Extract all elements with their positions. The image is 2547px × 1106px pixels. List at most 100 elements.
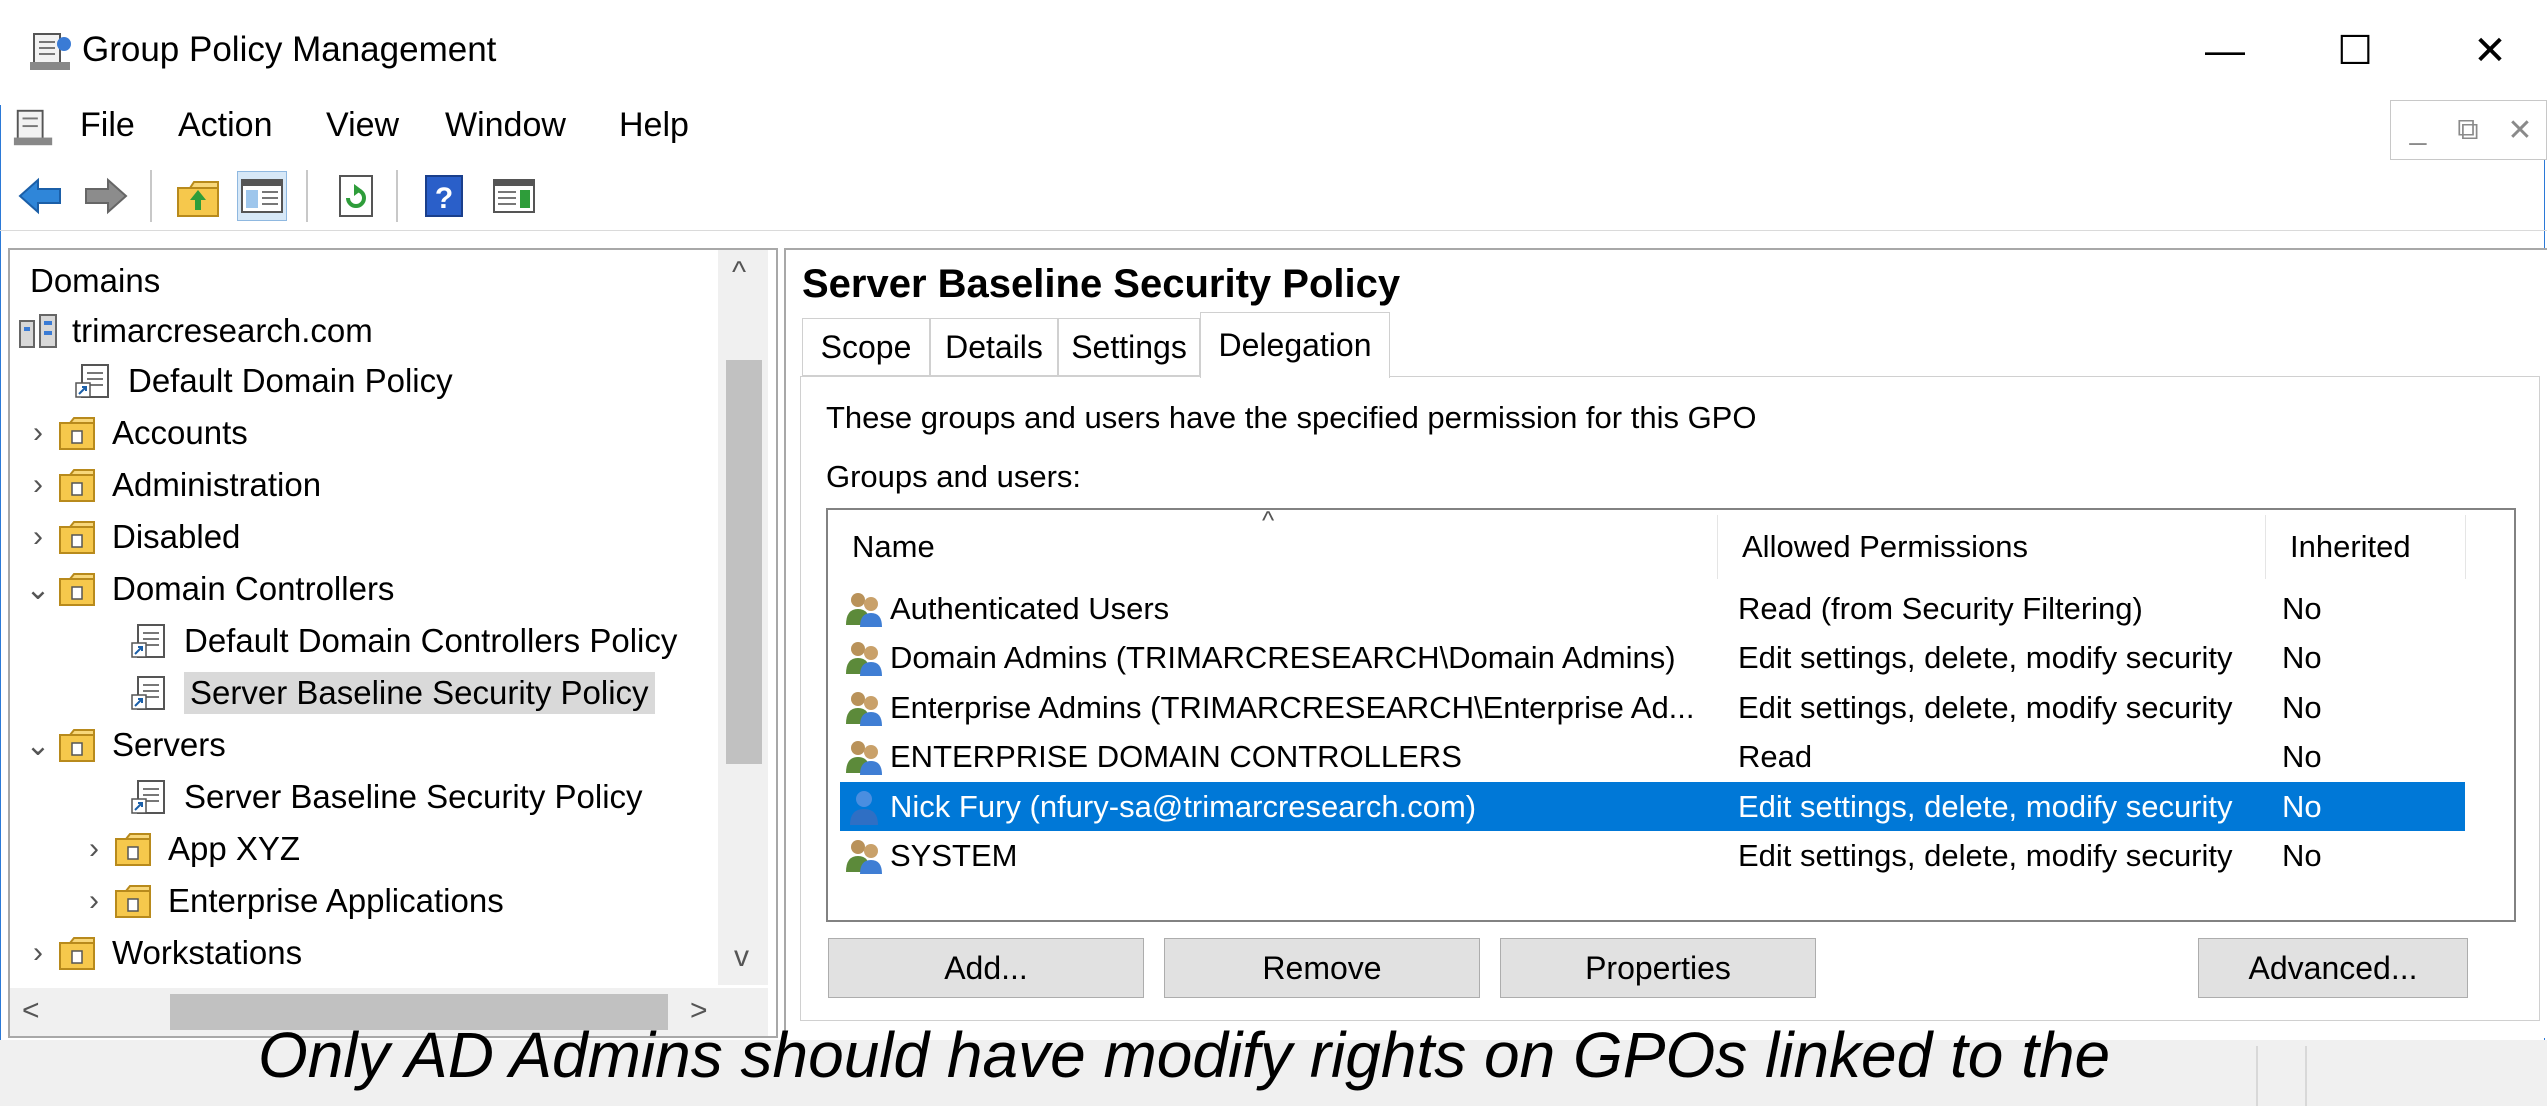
tab-details[interactable]: Details — [930, 318, 1058, 376]
show-hide-console-tree-icon[interactable] — [237, 171, 287, 221]
menu-file[interactable]: File — [80, 106, 135, 145]
allowed-permissions-cell: Read — [1738, 739, 1813, 774]
permission-name-cell: Nick Fury (nfury-sa@trimarcresearch.com) — [844, 782, 1476, 831]
refresh-icon[interactable] — [332, 172, 380, 220]
permission-name-cell: ENTERPRISE DOMAIN CONTROLLERS — [844, 733, 1462, 782]
chevron-down-icon[interactable]: ⌄ — [20, 728, 56, 763]
svg-text:?: ? — [435, 182, 453, 215]
menu-action[interactable]: Action — [178, 106, 273, 145]
permission-row[interactable]: Enterprise Admins (TRIMARCRESEARCH\Enter… — [840, 683, 2465, 732]
chevron-right-icon[interactable]: › — [20, 936, 56, 970]
tab-delegation[interactable]: Delegation — [1200, 312, 1390, 378]
permission-name-cell: Enterprise Admins (TRIMARCRESEARCH\Enter… — [844, 683, 1695, 732]
allowed-permissions-cell: Edit settings, delete, modify security — [1738, 838, 2233, 873]
maximize-button[interactable]: ☐ — [2295, 20, 2415, 82]
groups-and-users-label: Groups and users: — [826, 459, 1082, 494]
column-header-allowed-permissions[interactable]: Allowed Permissions — [1718, 515, 2266, 579]
tree-item[interactable]: › Accounts — [20, 408, 248, 458]
tree-item-domain[interactable]: trimarcresearch.com — [16, 306, 373, 356]
chevron-right-icon[interactable]: › — [20, 416, 56, 450]
gpo-link-icon — [75, 364, 109, 398]
tree-item-label: Workstations — [112, 934, 303, 971]
ou-folder-icon — [59, 469, 95, 502]
allowed-permissions-cell: Edit settings, delete, modify security — [1738, 788, 2233, 824]
tree-item-label: trimarcresearch.com — [72, 312, 373, 349]
properties-button[interactable]: Properties — [1500, 938, 1816, 998]
advanced-button[interactable]: Advanced... — [2198, 938, 2468, 998]
inherited-cell: No — [2282, 689, 2322, 725]
minimize-button[interactable]: — — [2165, 20, 2285, 82]
permission-row[interactable]: Authenticated Users Read (from Security F… — [840, 584, 2465, 633]
tree-item-domains[interactable]: Domains — [10, 256, 160, 306]
close-button[interactable]: ✕ — [2430, 20, 2547, 82]
tree-item[interactable]: › Enterprise Applications — [76, 876, 504, 926]
mdi-minimize-button[interactable]: _ — [2393, 101, 2443, 159]
tree-item-label: Accounts — [112, 414, 248, 451]
tree-item[interactable]: Default Domain Controllers Policy — [128, 616, 677, 666]
group-icon — [846, 642, 882, 676]
maximize-icon: ☐ — [2337, 29, 2373, 73]
allowed-permissions-cell: Edit settings, delete, modify security — [1738, 640, 2233, 675]
sort-ascending-icon: ^ — [1262, 505, 1275, 535]
up-folder-icon[interactable] — [174, 172, 222, 220]
permission-name: Nick Fury (nfury-sa@trimarcresearch.com) — [890, 788, 1477, 824]
ou-folder-icon — [59, 521, 95, 554]
group-icon — [846, 741, 882, 775]
show-hide-action-pane-icon[interactable] — [490, 172, 538, 220]
add-button[interactable]: Add... — [828, 938, 1144, 998]
tree-item[interactable]: Default Domain Policy — [72, 356, 453, 406]
ou-folder-icon — [59, 937, 95, 970]
tree-item-label: Domain Controllers — [112, 570, 395, 607]
tab-scope[interactable]: Scope — [802, 318, 930, 376]
toolbar-separator — [306, 170, 308, 222]
permission-row[interactable]: Nick Fury (nfury-sa@trimarcresearch.com)… — [840, 782, 2465, 831]
scroll-up-arrow[interactable]: ^ — [732, 256, 746, 290]
tree-item-label: Enterprise Applications — [168, 882, 504, 919]
mdi-controls: _ ⧉ ✕ — [2390, 100, 2547, 160]
tree-item-label: Servers — [112, 726, 226, 763]
ou-folder-icon — [59, 573, 95, 606]
gpo-title: Server Baseline Security Policy — [802, 262, 1401, 306]
permission-row[interactable]: Domain Admins (TRIMARCRESEARCH\Domain Ad… — [840, 634, 2465, 683]
permission-row[interactable]: SYSTEM Edit settings, delete, modify secu… — [840, 832, 2465, 881]
ou-folder-icon — [115, 833, 151, 866]
mdi-close-button[interactable]: ✕ — [2495, 101, 2545, 159]
chevron-right-icon[interactable]: › — [76, 832, 112, 866]
tree-item[interactable]: Server Baseline Security Policy — [128, 668, 655, 718]
chevron-right-icon[interactable]: › — [20, 520, 56, 554]
console-tree-pane: Domains trimarcresearch.com Default Doma… — [8, 248, 778, 1038]
toolbar — [0, 162, 2547, 231]
chevron-right-icon[interactable]: › — [20, 468, 56, 502]
window-title: Group Policy Management — [82, 30, 497, 69]
tree-item[interactable]: › Administration — [20, 460, 321, 510]
chevron-right-icon[interactable]: › — [76, 884, 112, 918]
back-arrow-icon[interactable] — [16, 172, 64, 220]
user-icon — [850, 790, 878, 825]
tree-vertical-scroll-thumb[interactable] — [726, 360, 762, 764]
scroll-down-arrow[interactable]: v — [734, 940, 749, 974]
tab-settings[interactable]: Settings — [1058, 318, 1200, 376]
menu-help[interactable]: Help — [619, 106, 689, 145]
menu-window[interactable]: Window — [445, 106, 566, 145]
column-header-inherited[interactable]: Inherited — [2266, 515, 2466, 579]
delegation-description: These groups and users have the specifie… — [826, 400, 1757, 435]
chevron-down-icon[interactable]: ⌄ — [20, 572, 56, 607]
help-icon[interactable]: ? — [420, 172, 468, 220]
menu-view[interactable]: View — [326, 106, 399, 145]
console-icon[interactable] — [12, 106, 56, 150]
tree-item[interactable]: ⌄ Servers — [20, 720, 226, 770]
permission-name: Authenticated Users — [890, 590, 1170, 626]
tree-item-label: Server Baseline Security Policy — [184, 672, 655, 714]
tree-item[interactable]: › App XYZ — [76, 824, 300, 874]
permission-name: Domain Admins (TRIMARCRESEARCH\Domain Ad… — [890, 640, 1676, 675]
tree-item[interactable]: › Workstations — [20, 928, 302, 978]
forward-arrow-icon[interactable] — [82, 172, 130, 220]
permission-name-cell: SYSTEM — [844, 832, 1017, 881]
tree-item[interactable]: ⌄ Domain Controllers — [20, 564, 394, 614]
remove-button[interactable]: Remove — [1164, 938, 1480, 998]
permission-row[interactable]: ENTERPRISE DOMAIN CONTROLLERS Read No — [840, 733, 2465, 782]
tree-item[interactable]: Server Baseline Security Policy — [128, 772, 643, 822]
tree-item[interactable]: › Disabled — [20, 512, 240, 562]
domain-icon — [19, 314, 57, 348]
mdi-restore-button[interactable]: ⧉ — [2443, 101, 2493, 159]
